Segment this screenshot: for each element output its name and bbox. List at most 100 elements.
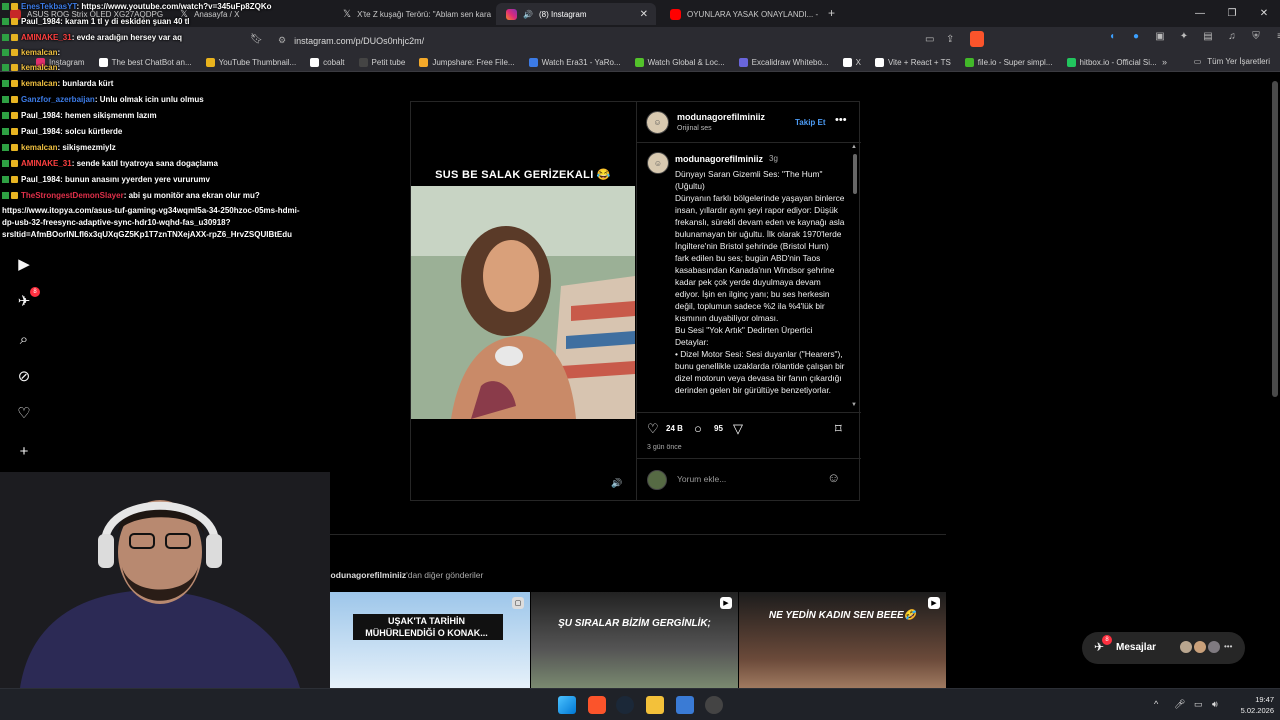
url-field[interactable]: ⚙ instagram.com/p/DUOs0nhjc2m/ <box>270 31 990 50</box>
caption-avatar[interactable]: ☺ <box>647 152 669 174</box>
system-clock[interactable]: 19:47 5.02.2026 <box>1236 694 1274 716</box>
bookmark-item[interactable]: Watch Era31 - YaRo... <box>528 58 621 67</box>
direct-messages-icon[interactable]: ✈︎ 8 <box>14 287 40 311</box>
tab-instagram[interactable]: 🔊 (8) Instagram ✕ <box>496 3 656 25</box>
search-icon[interactable]: ⌕ <box>14 329 34 349</box>
extension-icon[interactable]: ● <box>1128 31 1144 42</box>
more-post-thumb[interactable]: ŞU SIRALAR BİZİM GERGİNLİK; ▶ <box>531 592 738 688</box>
bookmark-item[interactable]: Vite + React + TS <box>874 58 951 67</box>
chat-username[interactable]: AMINAKE_31 <box>21 159 72 168</box>
maximize-icon[interactable]: ❐ <box>1216 0 1248 27</box>
create-icon[interactable]: + <box>14 441 34 461</box>
chat-username[interactable]: kemalcan <box>21 143 57 152</box>
close-tab-icon[interactable]: ✕ <box>640 9 648 20</box>
bookmark-item[interactable]: X <box>842 58 861 67</box>
audio-toggle-icon[interactable]: 🔊 <box>611 478 622 489</box>
chat-link-line[interactable]: srsltid=AfmBOorINLfI6x3qUXqGZ5Kp1T7znTNX… <box>2 230 292 239</box>
chat-username[interactable]: kemalcan <box>21 79 57 88</box>
start-windows-icon[interactable] <box>558 696 576 714</box>
share-icon[interactable]: ⇪ <box>946 34 954 45</box>
page-scrollbar[interactable] <box>1270 73 1280 688</box>
reels-icon[interactable]: ▶︎ <box>14 254 34 274</box>
chat-username[interactable]: Paul_1984 <box>21 175 60 184</box>
bookmark-item[interactable]: hitbox.io - Official Si... <box>1066 58 1157 67</box>
author-avatar[interactable]: ☺ <box>646 111 669 134</box>
comment-count: 95 <box>714 424 723 433</box>
like-heart-icon[interactable]: ♡ <box>647 421 659 437</box>
all-bookmarks-button[interactable]: ▭ Tüm Yer İşaretleri <box>1194 57 1270 66</box>
shield-icon[interactable]: ⛨ <box>1248 31 1264 42</box>
extension-icon[interactable]: ◖ <box>1104 31 1120 42</box>
screen-cast-icon[interactable]: ▭ <box>925 34 934 45</box>
audio-label[interactable]: Orijinal ses <box>677 125 712 132</box>
more-post-thumb[interactable]: UŞAK'TA TARİHİN MÜHÜRLENDİĞİ O KONAK... … <box>323 592 530 688</box>
close-window-icon[interactable]: ✕ <box>1248 0 1280 27</box>
network-icon[interactable]: ▭ <box>1194 699 1203 710</box>
brave-browser-icon[interactable] <box>588 696 606 714</box>
more-options-icon[interactable]: ••• <box>835 114 847 126</box>
follow-button[interactable]: Takip Et <box>795 118 826 127</box>
volume-icon[interactable]: 🔊︎ <box>1212 699 1218 710</box>
comment-input[interactable]: Yorum ekle... <box>677 474 726 484</box>
tab-youtube[interactable]: OYUNLARA YASAK ONAYLANDI... - Y <box>660 3 820 25</box>
app-icon[interactable] <box>705 696 723 714</box>
sidebar-icon[interactable]: ▤ <box>1200 31 1216 42</box>
notifications-heart-icon[interactable]: ♡ <box>14 403 34 423</box>
bookmark-item[interactable]: Excalidraw Whitebo... <box>738 58 829 67</box>
chat-username[interactable]: EnesTekbasYT <box>21 2 76 11</box>
bookmark-item[interactable]: Petit tube <box>358 58 405 67</box>
page-scroll-thumb[interactable] <box>1272 81 1278 397</box>
puzzle-icon[interactable]: ✦ <box>1176 31 1192 42</box>
minimize-icon[interactable]: — <box>1184 0 1216 27</box>
extension-icon[interactable]: ▣ <box>1152 31 1168 42</box>
tab-x-post[interactable]: 𝕏 X'te Z kuşağı Terörü: "Ablam sen kara <box>333 3 493 25</box>
subscriber-badge-icon <box>11 18 18 26</box>
scroll-thumb[interactable] <box>853 154 857 194</box>
messages-button[interactable]: ✈︎ 8 Mesajlar ••• <box>1082 632 1245 664</box>
steam-icon[interactable] <box>616 696 634 714</box>
chat-username[interactable]: Paul_1984 <box>21 111 60 120</box>
menu-icon[interactable]: ≡ <box>1272 31 1280 42</box>
explore-icon[interactable]: ⊘ <box>14 366 34 386</box>
more-posts-user[interactable]: modunagorefilminiiz <box>323 570 406 580</box>
chat-text: : solcu kürtlerde <box>60 127 123 136</box>
bookmark-favicon-icon <box>358 58 368 67</box>
chat-username[interactable]: Paul_1984 <box>21 17 60 26</box>
chat-link-line[interactable]: https://www.itopya.com/asus-tuf-gaming-v… <box>2 206 300 215</box>
bookmarks-overflow-icon[interactable]: » <box>1162 57 1167 67</box>
bookmark-item[interactable]: Watch Global & Loc... <box>634 58 725 67</box>
bookmark-item[interactable]: file.io - Super simpl... <box>964 58 1053 67</box>
chat-username[interactable]: AMINAKE_31 <box>21 33 72 42</box>
chat-username[interactable]: TheStrongestDemonSlayer <box>21 191 124 200</box>
tab-label: X'te Z kuşağı Terörü: "Ablam sen kara <box>357 9 492 19</box>
chat-username[interactable]: kemalcan <box>21 63 57 72</box>
brave-shield-icon[interactable] <box>970 31 984 47</box>
post-video[interactable]: SUS BE SALAK GERİZEKALI 😂 🔊 <box>411 102 635 500</box>
chat-link-line[interactable]: dp-usb-32-freesync-adaptive-sync-hdr10-w… <box>2 218 231 227</box>
bookmark-favicon-icon <box>634 58 644 67</box>
scroll-down-icon[interactable]: ▼ <box>851 402 857 408</box>
comment-icon[interactable]: ○ <box>694 421 702 436</box>
scroll-up-icon[interactable]: ▲ <box>851 144 857 150</box>
x-logo-icon: 𝕏 <box>343 8 352 20</box>
chat-message: Paul_1984: karam 1 tl y di eskiden şuan … <box>2 17 190 26</box>
chat-username[interactable]: Paul_1984 <box>21 127 60 136</box>
video-frame[interactable] <box>411 186 635 419</box>
chat-username[interactable]: kemalcan <box>21 48 57 57</box>
caption-scrollbar[interactable]: ▲ ▼ <box>851 144 859 410</box>
save-bookmark-icon[interactable]: ⌑ <box>835 421 842 437</box>
file-explorer-icon[interactable] <box>646 696 664 714</box>
bookmark-item[interactable]: Jumpshare: Free File... <box>419 58 515 67</box>
tray-chevron-icon[interactable]: ^ <box>1154 699 1158 709</box>
caption-username[interactable]: modunagorefilminiiz <box>675 154 763 164</box>
microphone-icon[interactable]: 🎤︎ <box>1174 699 1185 710</box>
emoji-icon[interactable]: ☺ <box>827 470 840 485</box>
music-icon[interactable]: ♫ <box>1224 31 1240 42</box>
app-icon[interactable] <box>676 696 694 714</box>
author-username[interactable]: modunagorefilminiiz <box>677 112 765 122</box>
section-divider <box>323 534 946 535</box>
new-tab-icon[interactable]: + <box>828 6 835 20</box>
share-icon[interactable]: ▽ <box>733 421 743 437</box>
more-post-thumb[interactable]: NE YEDİN KADIN SEN BEEE🤣 ▶ <box>739 592 946 688</box>
chat-username[interactable]: Ganzfor_azerbaijan <box>21 95 95 104</box>
